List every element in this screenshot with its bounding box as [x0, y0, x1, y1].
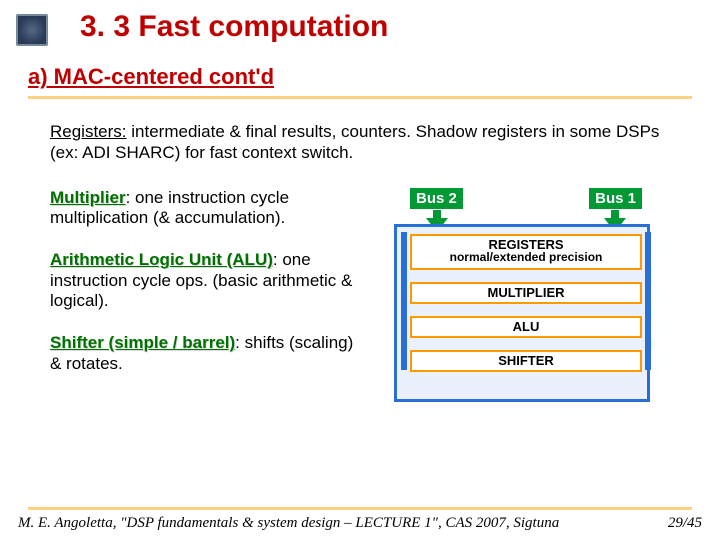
registers-text: intermediate & final results, counters. … [50, 122, 659, 162]
bus2-label: Bus 2 [410, 188, 463, 209]
bus-vertical-right [645, 232, 651, 370]
item-multiplier: Multiplier: one instruction cycle multip… [50, 188, 360, 229]
multiplier-key: Multiplier [50, 188, 126, 207]
block-multiplier: MULTIPLIER [410, 282, 642, 304]
alu-key: Arithmetic Logic Unit (ALU) [50, 250, 273, 269]
item-alu: Arithmetic Logic Unit (ALU): one instruc… [50, 250, 360, 311]
bus1-label: Bus 1 [589, 188, 642, 209]
registers-paragraph: Registers: intermediate & final results,… [50, 121, 692, 164]
org-logo [16, 14, 48, 46]
block-registers: REGISTERS normal/extended precision [410, 234, 642, 270]
bus-vertical-left [401, 232, 407, 370]
block-alu: ALU [410, 316, 642, 338]
footer-citation: M. E. Angoletta, "DSP fundamentals & sys… [18, 515, 559, 532]
registers-key: Registers: [50, 122, 127, 141]
definitions-column: Multiplier: one instruction cycle multip… [50, 188, 360, 397]
block-registers-line1: REGISTERS [412, 238, 640, 252]
slide-footer: M. E. Angoletta, "DSP fundamentals & sys… [18, 515, 702, 532]
footer-page-number: 29/45 [668, 515, 702, 532]
item-shifter: Shifter (simple / barrel): shifts (scali… [50, 333, 360, 374]
footer-rule [28, 507, 692, 510]
subtitle-wrap: a) MAC-centered cont'd [28, 58, 692, 99]
shifter-key: Shifter (simple / barrel) [50, 333, 235, 352]
slide-title: 3. 3 Fast computation [80, 10, 692, 44]
block-shifter: SHIFTER [410, 350, 642, 372]
block-diagram: Bus 2 Bus 1 REGISTERS normal/extended pr… [386, 188, 666, 408]
block-registers-line2: normal/extended precision [412, 251, 640, 264]
slide-subtitle: a) MAC-centered cont'd [28, 64, 274, 92]
